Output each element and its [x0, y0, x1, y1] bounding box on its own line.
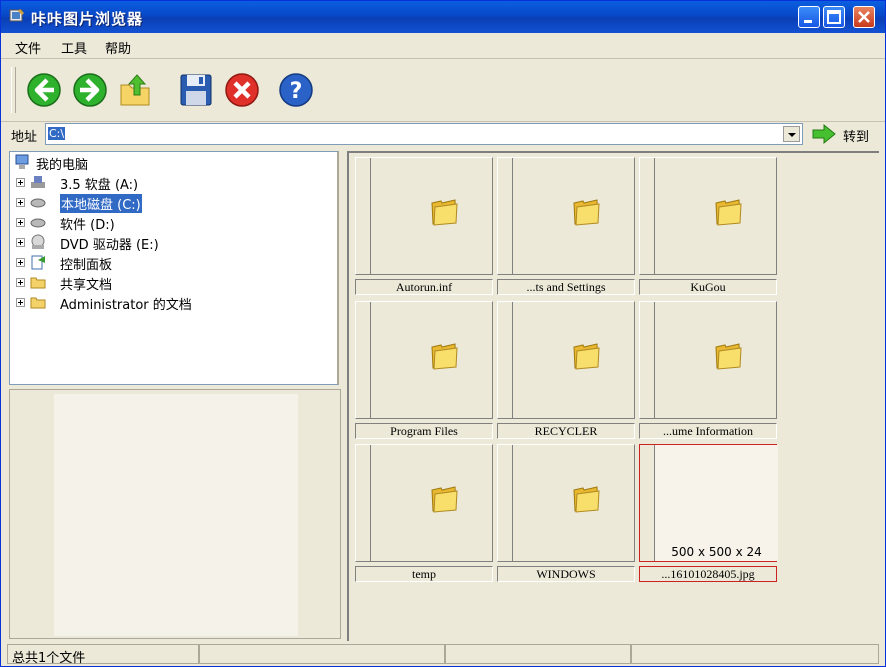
dvd-icon [31, 234, 45, 249]
minimize-button[interactable] [798, 6, 820, 28]
folder-thumbnail[interactable] [639, 157, 777, 275]
address-dropdown-button[interactable] [783, 126, 800, 142]
thumbnail-caption[interactable]: WINDOWS [497, 566, 635, 582]
folder-icon [715, 343, 742, 370]
save-icon[interactable] [177, 71, 215, 109]
preview-canvas [54, 394, 298, 636]
address-bar: 地址 C:\ 转到 [1, 121, 885, 149]
expand-toggle[interactable] [16, 278, 25, 287]
folder-icon [30, 277, 46, 289]
thumbnail-caption[interactable]: RECYCLER [497, 423, 635, 439]
back-icon[interactable] [25, 71, 63, 109]
menu-tools[interactable]: 工具 [61, 38, 87, 57]
status-bar: 总共1个文件 [1, 642, 885, 666]
thumbnail-frame [512, 158, 636, 274]
go-button[interactable]: 转到 [843, 126, 869, 145]
thumbnail-grid[interactable]: Autorun.inf ...ts and Settings KuGou Progra… [347, 151, 879, 641]
status-file-count: 总共1个文件 [7, 644, 199, 666]
maximize-icon [827, 10, 841, 24]
forward-icon[interactable] [71, 71, 109, 109]
address-value[interactable]: C:\ [48, 127, 66, 140]
thumbnail-frame [654, 158, 778, 274]
folder-icon [573, 199, 600, 226]
expand-toggle[interactable] [16, 258, 25, 267]
expand-toggle[interactable] [16, 198, 25, 207]
computer-icon [15, 154, 29, 169]
folder-thumbnail[interactable] [497, 444, 635, 562]
menu-file[interactable]: 文件 [15, 38, 41, 57]
image-thumbnail[interactable]: 500 x 500 x 24 [639, 444, 778, 562]
minimize-icon [804, 20, 812, 23]
status-cell-3 [445, 644, 631, 664]
expand-toggle[interactable] [16, 238, 25, 247]
folder-icon [431, 486, 458, 513]
menu-help[interactable]: 帮助 [105, 38, 131, 57]
address-label: 地址 [11, 130, 38, 145]
thumbnail-frame: 500 x 500 x 24 [654, 445, 778, 561]
toolbar-grip[interactable] [11, 67, 16, 113]
thumbnail-caption[interactable]: ...ts and Settings [497, 279, 635, 295]
menu-bar: 文件 工具 帮助 [1, 34, 885, 59]
thumbnail-frame [370, 302, 494, 418]
expand-toggle[interactable] [16, 298, 25, 307]
folder-icon [431, 199, 458, 226]
folder-thumbnail[interactable] [497, 301, 635, 419]
close-button[interactable] [853, 6, 875, 28]
folder-tree[interactable]: 我的电脑 3.5 软盘 (A:) 本地磁盘 (C:) 软件 (D:) DVD 驱… [9, 151, 339, 385]
help-icon[interactable]: ? [277, 71, 315, 109]
harddisk-icon [30, 218, 46, 228]
preview-pane [9, 389, 341, 639]
up-folder-icon[interactable] [115, 71, 153, 109]
folder-thumbnail[interactable] [355, 301, 493, 419]
thumbnail-caption[interactable]: ...ume Information [639, 423, 777, 439]
folder-thumbnail[interactable] [639, 301, 777, 419]
folder-thumbnail[interactable] [497, 157, 635, 275]
folder-icon [715, 199, 742, 226]
thumbnail-caption[interactable]: Autorun.inf [355, 279, 493, 295]
expand-toggle[interactable] [16, 218, 25, 227]
svg-text:?: ? [290, 79, 303, 104]
expand-toggle[interactable] [16, 178, 25, 187]
status-cell-2 [199, 644, 445, 664]
title-bar[interactable]: 咔咔图片浏览器 [1, 1, 885, 33]
control-panel-icon [31, 255, 45, 270]
thumbnail-frame [370, 158, 494, 274]
address-input[interactable]: C:\ [45, 123, 803, 145]
thumbnail-caption[interactable]: temp [355, 566, 493, 582]
thumbnail-caption[interactable]: ...16101028405.jpg [639, 566, 777, 582]
folder-icon [30, 297, 46, 309]
folder-icon [573, 486, 600, 513]
folder-thumbnail[interactable] [355, 157, 493, 275]
status-cell-4 [631, 644, 879, 664]
thumbnail-caption[interactable]: Program Files [355, 423, 493, 439]
delete-icon[interactable] [223, 71, 261, 109]
folder-icon [573, 343, 600, 370]
floppy-icon [31, 176, 45, 188]
thumbnail-frame [370, 445, 494, 561]
folder-thumbnail[interactable] [355, 444, 493, 562]
thumbnail-caption[interactable]: KuGou [639, 279, 777, 295]
go-arrow-icon[interactable] [811, 123, 837, 145]
app-window: 咔咔图片浏览器 文件 工具 帮助 ? 地址 C:\ 转到 我的电脑 3.5 软盘… [0, 0, 886, 667]
thumbnail-frame [512, 445, 636, 561]
toolbar: ? [1, 59, 885, 122]
thumbnail-frame [512, 302, 636, 418]
app-icon [9, 9, 24, 22]
image-dimensions: 500 x 500 x 24 [671, 545, 762, 559]
harddisk-icon [30, 198, 46, 208]
maximize-button[interactable] [823, 6, 845, 28]
thumbnail-frame [654, 302, 778, 418]
window-title: 咔咔图片浏览器 [31, 10, 144, 28]
folder-icon [431, 343, 458, 370]
close-icon [858, 11, 870, 23]
